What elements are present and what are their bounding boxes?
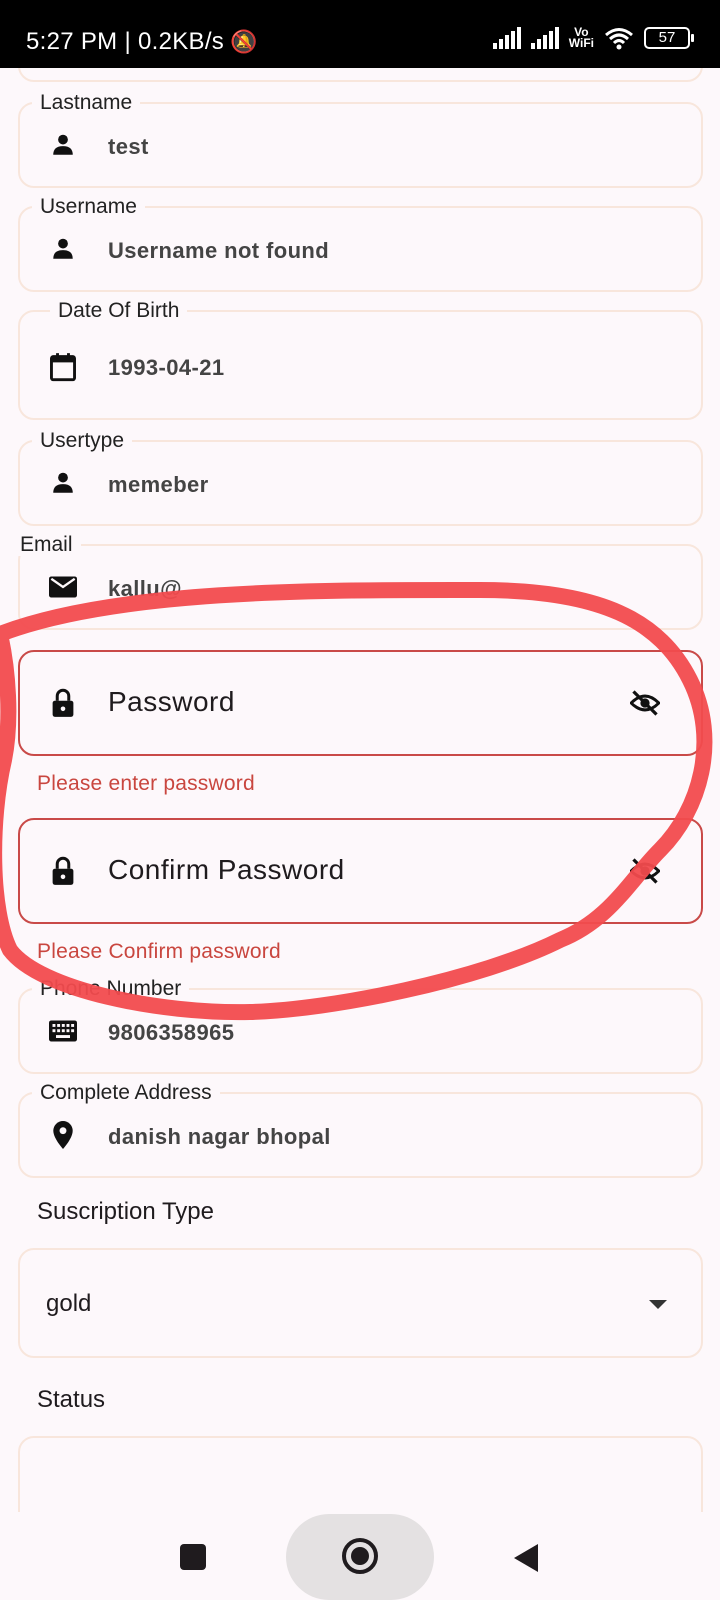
back-button[interactable] <box>514 1544 538 1572</box>
signal-icon-2 <box>530 27 559 49</box>
dob-label: Date Of Birth <box>50 300 188 322</box>
calendar-icon <box>48 352 78 382</box>
password-input[interactable]: Password <box>108 686 235 718</box>
battery-icon: 57 <box>644 27 694 49</box>
recents-button[interactable] <box>180 1544 206 1570</box>
confirm-password-input[interactable]: Confirm Password <box>108 854 345 886</box>
person-icon <box>48 468 78 498</box>
password-error: Please enter password <box>37 772 255 795</box>
vowifi-bottom: WiFi <box>568 36 594 50</box>
phone-field[interactable]: Phone Number 9806358965 <box>18 978 703 1074</box>
username-value: Username not found <box>108 238 330 263</box>
username-label: Username <box>32 196 145 218</box>
status-time: 5:27 PM | 0.2KB/s 🔕 <box>26 28 258 56</box>
usertype-label: Usertype <box>32 430 133 452</box>
battery-level: 57 <box>658 29 676 46</box>
username-field[interactable]: Username Username not found <box>18 196 703 292</box>
person-icon <box>48 234 78 264</box>
status-icons: Vo WiFi 57 <box>492 24 694 52</box>
usertype-field[interactable]: Usertype memeber <box>18 430 703 526</box>
eye-off-icon[interactable] <box>630 688 660 718</box>
usertype-value: memeber <box>108 472 209 497</box>
lastname-label: Lastname <box>32 92 141 114</box>
eye-off-icon[interactable] <box>630 856 660 886</box>
lastname-field[interactable]: Lastname test <box>18 92 703 188</box>
location-pin-icon <box>48 1120 78 1150</box>
phone-value: 9806358965 <box>108 1020 235 1045</box>
home-button[interactable] <box>286 1514 434 1600</box>
vowifi-icon: Vo WiFi <box>568 26 594 50</box>
signal-icon <box>492 27 521 49</box>
address-label: Complete Address <box>32 1082 220 1104</box>
mute-icon: 🔕 <box>230 29 258 54</box>
system-nav-bar <box>0 1512 720 1600</box>
subscription-value: gold <box>46 1290 92 1317</box>
lastname-value: test <box>108 134 149 159</box>
email-value: kallu@ <box>108 576 182 601</box>
keyboard-icon <box>48 1016 78 1046</box>
lock-icon <box>48 688 78 718</box>
status-dropdown[interactable] <box>18 1436 703 1512</box>
phone-label: Phone Number <box>32 978 190 1000</box>
status-time-text: 5:27 PM | 0.2KB/s <box>26 28 225 55</box>
profile-form[interactable]: Lastname test Username Username not foun… <box>0 68 720 1512</box>
previous-field[interactable] <box>18 68 703 82</box>
email-field[interactable]: Email kallu@ <box>12 534 703 630</box>
password-field[interactable]: Password <box>18 650 703 756</box>
address-value: danish nagar bhopal <box>108 1124 331 1149</box>
person-icon <box>48 130 78 160</box>
confirm-password-field[interactable]: Confirm Password <box>18 818 703 924</box>
subscription-dropdown[interactable]: gold <box>18 1248 703 1358</box>
dropdown-arrow-icon[interactable] <box>649 1300 667 1309</box>
email-label: Email <box>12 534 81 556</box>
status-bar: 5:27 PM | 0.2KB/s 🔕 Vo WiFi 57 <box>0 0 720 68</box>
status-label: Status <box>37 1386 106 1413</box>
mail-icon <box>48 572 78 602</box>
dob-field[interactable]: Date Of Birth 1993-04-21 <box>18 300 703 420</box>
confirm-password-error: Please Confirm password <box>37 940 281 963</box>
home-dot-icon <box>351 1547 369 1565</box>
address-field[interactable]: Complete Address danish nagar bhopal <box>18 1082 703 1178</box>
wifi-icon <box>605 28 633 50</box>
dob-value: 1993-04-21 <box>108 355 225 380</box>
subscription-label: Suscription Type <box>37 1198 214 1225</box>
lock-icon <box>48 856 78 886</box>
